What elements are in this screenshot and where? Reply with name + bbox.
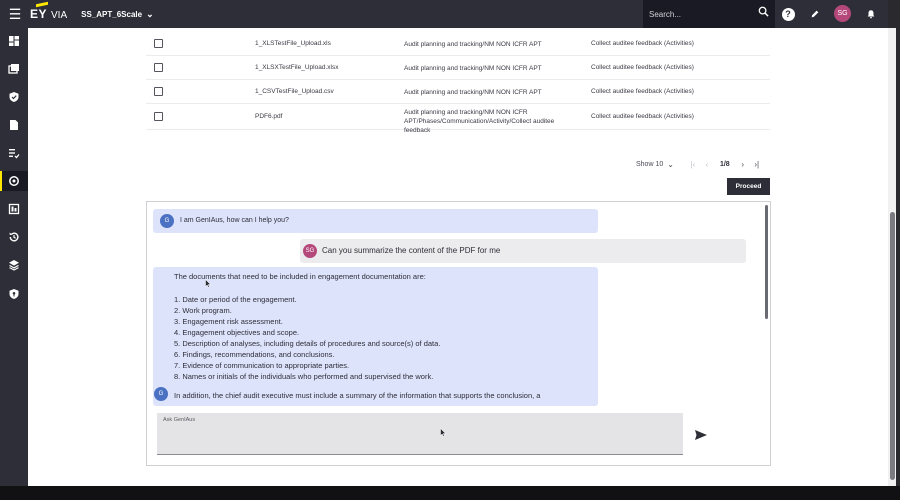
response-list: 1. Date or period of the engagement. 2. … bbox=[174, 294, 440, 382]
row-checkbox[interactable] bbox=[154, 112, 163, 121]
history-icon[interactable] bbox=[6, 229, 22, 245]
file-path: Audit planning and tracking/NM NON ICFR … bbox=[404, 41, 542, 48]
file-activity: Collect auditee feedback (Activities) bbox=[591, 113, 694, 120]
chevron-down-icon: ⌄ bbox=[146, 8, 154, 19]
pagination: Show 10 ⌄ |‹ ‹ 1/8 › ›| bbox=[636, 158, 764, 170]
sidebar bbox=[0, 28, 28, 486]
security-icon[interactable] bbox=[6, 286, 22, 302]
genaus-icon[interactable] bbox=[0, 171, 28, 191]
file-name: 1_XLSTestFile_Upload.xls bbox=[255, 40, 331, 47]
file-path: Audit planning and tracking/NM NON ICFR … bbox=[404, 65, 542, 72]
file-path: Audit planning and tracking/NM NON ICFR … bbox=[404, 109, 555, 134]
list-item: 4. Engagement objectives and scope. bbox=[174, 328, 300, 337]
list-item: 1. Date or period of the engagement. bbox=[174, 295, 297, 304]
bell-icon[interactable] bbox=[863, 6, 879, 22]
table-row[interactable]: 1_XLSTestFile_Upload.xls Audit planning … bbox=[146, 32, 770, 56]
search-icon[interactable] bbox=[758, 6, 769, 17]
file-name: PDF6.pdf bbox=[255, 113, 283, 120]
page-indicator: 1/8 bbox=[719, 160, 730, 168]
file-name: 1_XLSXTestFile_Upload.xlsx bbox=[255, 64, 339, 71]
bot-avatar: G bbox=[160, 214, 174, 228]
page-scrollbar-thumb[interactable] bbox=[890, 212, 895, 480]
layers-icon[interactable] bbox=[6, 257, 22, 273]
bot-response: The documents that need to be included i… bbox=[153, 267, 598, 406]
project-selector[interactable]: SS_APT_6Scale ⌄ bbox=[81, 9, 153, 20]
last-page-icon[interactable]: ›| bbox=[750, 160, 764, 169]
file-table: 1_XLSTestFile_Upload.xls Audit planning … bbox=[146, 32, 770, 134]
file-path: Audit planning and tracking/NM NON ICFR … bbox=[404, 89, 542, 96]
documents-icon[interactable] bbox=[6, 117, 22, 133]
logo[interactable]: EY VIA bbox=[30, 7, 67, 21]
dashboard-icon[interactable] bbox=[6, 33, 22, 49]
reports-icon[interactable] bbox=[6, 201, 22, 217]
bot-greeting: I am GenIAus, how can I help you? bbox=[180, 217, 289, 224]
project-name: SS_APT_6Scale bbox=[81, 9, 143, 19]
next-page-icon[interactable]: › bbox=[736, 160, 750, 169]
table-row[interactable]: 1_XLSXTestFile_Upload.xlsx Audit plannin… bbox=[146, 56, 770, 80]
file-name: 1_CSVTestFile_Upload.csv bbox=[255, 88, 334, 95]
user-avatar: SG bbox=[303, 244, 317, 258]
table-row[interactable]: PDF6.pdf Audit planning and tracking/NM … bbox=[146, 104, 770, 134]
page-size-select[interactable]: Show 10 bbox=[636, 161, 663, 168]
prev-page-icon[interactable]: ‹ bbox=[700, 160, 714, 169]
list-item: 7. Evidence of communication to appropri… bbox=[174, 361, 350, 370]
ask-input-label: Ask GenIAus bbox=[163, 417, 196, 423]
search-input[interactable]: Search... bbox=[643, 0, 775, 28]
chevron-down-icon[interactable]: ⌄ bbox=[667, 160, 674, 169]
bot-avatar: G bbox=[154, 387, 168, 401]
row-checkbox[interactable] bbox=[154, 63, 163, 72]
list-item: 8. Names or initials of the individuals … bbox=[174, 372, 434, 381]
response-intro: The documents that need to be included i… bbox=[174, 272, 426, 281]
list-item: 6. Findings, recommendations, and conclu… bbox=[174, 350, 335, 359]
engagements-icon[interactable] bbox=[6, 61, 22, 77]
tasks-icon[interactable] bbox=[6, 145, 22, 161]
mouse-cursor-icon bbox=[205, 279, 211, 288]
response-outro: In addition, the chief audit executive m… bbox=[174, 391, 541, 400]
help-icon[interactable]: ? bbox=[780, 6, 796, 22]
bot-message: G I am GenIAus, how can I help you? bbox=[153, 209, 598, 233]
proceed-button[interactable]: Proceed bbox=[727, 178, 770, 195]
first-page-icon[interactable]: |‹ bbox=[686, 160, 700, 169]
list-item: 3. Engagement risk assessment. bbox=[174, 317, 283, 326]
menu-icon[interactable]: ☰ bbox=[0, 0, 30, 28]
file-activity: Collect auditee feedback (Activities) bbox=[591, 88, 694, 95]
chat-scrollbar-thumb[interactable] bbox=[765, 205, 768, 319]
ask-input[interactable] bbox=[157, 413, 683, 455]
file-activity: Collect auditee feedback (Activities) bbox=[591, 64, 694, 71]
row-checkbox[interactable] bbox=[154, 39, 163, 48]
mouse-cursor-icon bbox=[440, 428, 446, 437]
shield-icon[interactable] bbox=[6, 89, 22, 105]
logo-ey: EY bbox=[30, 7, 48, 21]
bottom-band bbox=[0, 486, 900, 500]
list-item: 2. Work program. bbox=[174, 306, 232, 315]
send-icon[interactable] bbox=[694, 429, 708, 441]
search-placeholder: Search... bbox=[649, 9, 682, 19]
table-row[interactable]: 1_CSVTestFile_Upload.csv Audit planning … bbox=[146, 80, 770, 104]
chat-panel: G I am GenIAus, how can I help you? SG C… bbox=[146, 201, 771, 466]
user-message: SG Can you summarize the content of the … bbox=[300, 239, 746, 263]
pencil-icon[interactable] bbox=[807, 6, 823, 22]
list-item: 5. Description of analyses, including de… bbox=[174, 339, 441, 348]
logo-via: VIA bbox=[51, 10, 68, 21]
file-activity: Collect auditee feedback (Activities) bbox=[591, 40, 694, 47]
row-checkbox[interactable] bbox=[154, 87, 163, 96]
avatar[interactable]: SG bbox=[834, 5, 851, 22]
user-message-text: Can you summarize the content of the PDF… bbox=[322, 246, 501, 255]
